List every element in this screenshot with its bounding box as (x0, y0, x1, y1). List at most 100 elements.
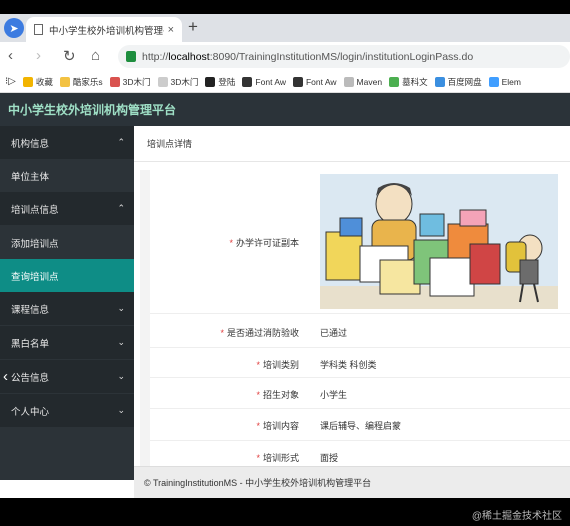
page-icon (343, 76, 354, 87)
field-label-text: 是否通过消防验收 (226, 328, 299, 338)
required-mark: * (256, 390, 260, 400)
license-image[interactable] (320, 174, 558, 309)
bookmark-item[interactable]: Font Aw (292, 76, 337, 87)
breadcrumb: 培训点详情 (134, 126, 570, 162)
field-label: * 培训形式 (150, 451, 309, 464)
sidebar: 个人中心 ⌄ 公告信息 ⌄ 黑白名单 ⌄ 课程信息 ⌄ 查询培训点 添加培训点 培训点信息 ⌃ 单位主体… (0, 126, 134, 480)
navigation-bar: ‹ › ↻ ⌂ http:// localhost :8090/Training… (0, 42, 570, 71)
bookmark-item[interactable]: 墓科文 (389, 76, 428, 88)
bookmark-item[interactable]: 3D木门 (157, 76, 199, 88)
url-prefix: http:// (142, 50, 169, 63)
grid-icon (389, 76, 400, 87)
bookmark-item[interactable]: 百度网盘 (434, 76, 482, 88)
sidebar-item[interactable]: 个人中心 ⌄ (0, 394, 134, 427)
bookmark-item[interactable]: 酷家乐s (59, 76, 103, 88)
form-row: * 招生对象 小学生 (150, 378, 570, 409)
sidebar-item[interactable]: 公告信息 ⌄ (0, 360, 134, 393)
chevron-down-icon: ⌄ (117, 303, 125, 313)
bookmark-label: 墓科文 (402, 76, 428, 87)
bookmark-item[interactable]: Maven (343, 76, 383, 87)
field-value: 学科类 科创类 (320, 360, 377, 370)
browser-window: ➤ 中小学生校外培训机构管理平台 × + ‹ › ↻ ⌂ http:// loc… (0, 14, 570, 498)
bookmark-label: 3D木门 (122, 76, 151, 87)
sidebar-item-label: 培训点信息 (11, 204, 59, 216)
new-tab-button[interactable]: + (188, 17, 198, 37)
required-mark: * (220, 328, 224, 338)
sidebar-item-label: 课程信息 (11, 304, 50, 316)
app-title: 中小学生校外培训机构管理平台 (8, 103, 177, 117)
tab-strip: ➤ 中小学生校外培训机构管理平台 × + (0, 14, 570, 42)
sidebar-item-label: 公告信息 (11, 372, 50, 384)
form-row: * 培训内容 课后辅导、编程启蒙 (150, 409, 570, 441)
field-label: * 办学许可证副本 (150, 236, 309, 249)
detail-form: * 培训形式 面授 * 培训内容 课后辅导、编程启蒙 * 招生对象 小学生 * 培训类别 学科类 科创… (140, 170, 570, 474)
site-icon (157, 76, 168, 87)
field-value: 面授 (320, 453, 339, 463)
sidebar-item[interactable]: 添加培训点 (0, 226, 134, 259)
required-mark: * (256, 421, 260, 431)
required-mark: * (256, 360, 260, 370)
app-header: 中小学生校外培训机构管理平台 (0, 93, 570, 126)
site-icon (109, 76, 120, 87)
bookmark-label: Elem (501, 76, 521, 87)
apps-icon[interactable]: ⁝▷ (5, 76, 16, 87)
chevron-up-icon: ⌃ (117, 137, 125, 147)
sidebar-item-label: 单位主体 (11, 171, 50, 183)
sidebar-item-label: 查询培训点 (11, 271, 59, 283)
bookmark-label: 百度网盘 (447, 76, 482, 87)
forward-icon[interactable]: › (36, 47, 41, 64)
sidebar-item-label: 添加培训点 (11, 238, 59, 250)
reload-icon[interactable]: ↻ (63, 47, 76, 65)
field-label-text: 培训内容 (262, 421, 299, 431)
main-content: 培训点详情 * 培训形式 面授 * 培训内容 课后辅导、编程启蒙 * 招生对象 小学生 * 培训类别… (134, 126, 570, 480)
sidebar-item[interactable]: 查询培训点 (0, 259, 134, 292)
star-icon (22, 76, 33, 87)
browser-tab[interactable]: 中小学生校外培训机构管理平台 × (26, 17, 182, 42)
back-icon[interactable]: ‹ (8, 47, 13, 64)
chevron-down-icon: ⌄ (117, 337, 125, 347)
watermark-text: @稀土掘金技术社区 (471, 511, 562, 522)
sidebar-item-label: 黑白名单 (11, 338, 50, 350)
bookmark-label: Maven (356, 76, 383, 87)
bookmark-label: Font Aw (255, 76, 286, 87)
field-label: * 是否通过消防验收 (150, 326, 309, 339)
sidebar-item-label: 个人中心 (11, 406, 50, 418)
bookmark-label: Font Aw (305, 76, 337, 87)
bookmark-item[interactable]: Font Aw (242, 76, 286, 87)
footer: © TrainingInstitutionMS - 中小学生校外培训机构管理平台 (134, 466, 570, 498)
sidebar-item[interactable]: 黑白名单 ⌄ (0, 326, 134, 359)
bookmark-item[interactable]: 登陆 (205, 76, 235, 88)
bookmark-item[interactable]: 3D木门 (109, 76, 151, 88)
browser-logo-icon[interactable]: ➤ (4, 18, 24, 38)
required-mark: * (229, 238, 233, 248)
sidebar-item[interactable]: 机构信息 ⌃ (0, 126, 134, 159)
field-value: 小学生 (320, 390, 348, 400)
url-path: :8090/TrainingInstitutionMS/login/instit… (209, 50, 474, 63)
bookmark-label: 酷家乐s (72, 76, 103, 87)
bookmark-label: 3D木门 (170, 76, 199, 87)
field-label-text: 招生对象 (262, 390, 299, 400)
illustration-svg (320, 174, 558, 309)
folder-icon (59, 76, 70, 87)
sidebar-item[interactable]: 课程信息 ⌄ (0, 292, 134, 325)
field-label: * 培训类别 (150, 358, 309, 371)
tab-close-icon[interactable]: × (168, 24, 174, 36)
required-mark: * (256, 453, 260, 463)
field-label: * 招生对象 (150, 388, 309, 401)
home-icon[interactable]: ⌂ (91, 47, 100, 64)
sidebar-item-label: 机构信息 (11, 138, 50, 150)
address-bar[interactable]: http:// localhost :8090/TrainingInstitut… (118, 45, 570, 68)
bookmark-label: 登陆 (218, 76, 236, 87)
bookmark-item[interactable]: 收藏 (22, 76, 53, 88)
form-row: * 是否通过消防验收 已通过 (150, 314, 570, 348)
bookmark-item[interactable]: Elem (488, 76, 521, 87)
field-label-text: 培训形式 (262, 453, 299, 463)
sidebar-item[interactable]: 单位主体 (0, 159, 134, 192)
field-value: 已通过 (320, 328, 348, 338)
chevron-down-icon: ⌄ (117, 371, 125, 381)
sidebar-item[interactable]: 培训点信息 ⌃ (0, 192, 134, 225)
field-label: * 培训内容 (150, 419, 309, 432)
collapse-arrow-icon[interactable]: ‹ (3, 368, 8, 385)
field-label-text: 培训类别 (262, 360, 299, 370)
flag-icon (292, 76, 303, 87)
